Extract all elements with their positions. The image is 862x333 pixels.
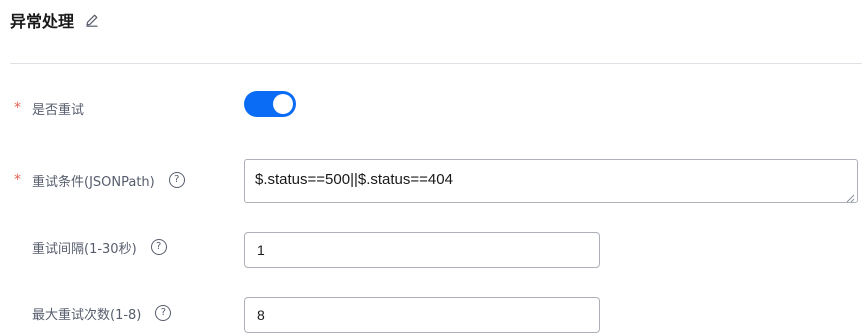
- retry-condition-label-row: * 重试条件(JSONPath) ?: [14, 170, 185, 190]
- retry-condition-label: 重试条件(JSONPath): [32, 174, 155, 190]
- retry-interval-label: 重试间隔(1-30秒): [32, 241, 137, 257]
- retry-condition-value: $.status==500||$.status==404: [255, 171, 453, 188]
- help-icon[interactable]: ?: [168, 172, 185, 188]
- resize-grip-icon[interactable]: [845, 190, 855, 203]
- max-retries-label-row: 最大重试次数(1-8) ?: [14, 303, 172, 323]
- divider: [10, 63, 862, 64]
- help-icon[interactable]: ?: [150, 239, 167, 255]
- toggle-knob: [273, 94, 293, 114]
- section-header: 异常处理: [10, 6, 100, 34]
- required-mark: *: [14, 100, 21, 116]
- required-mark: *: [14, 172, 21, 188]
- help-icon[interactable]: ?: [155, 305, 172, 321]
- max-retries-label: 最大重试次数(1-8): [32, 307, 142, 323]
- retry-condition-textarea[interactable]: $.status==500||$.status==404: [244, 159, 858, 203]
- retry-enabled-label: 是否重试: [32, 102, 85, 118]
- retry-interval-value: 1: [257, 242, 265, 258]
- section-title: 异常处理: [10, 12, 75, 31]
- retry-interval-input[interactable]: 1: [244, 232, 600, 268]
- retry-interval-label-row: 重试间隔(1-30秒) ?: [14, 237, 167, 257]
- edit-icon[interactable]: [84, 12, 100, 28]
- max-retries-input[interactable]: 8: [244, 297, 600, 333]
- retry-toggle[interactable]: [244, 91, 296, 117]
- retry-enabled-label-row: * 是否重试: [14, 98, 84, 118]
- max-retries-value: 8: [257, 307, 265, 323]
